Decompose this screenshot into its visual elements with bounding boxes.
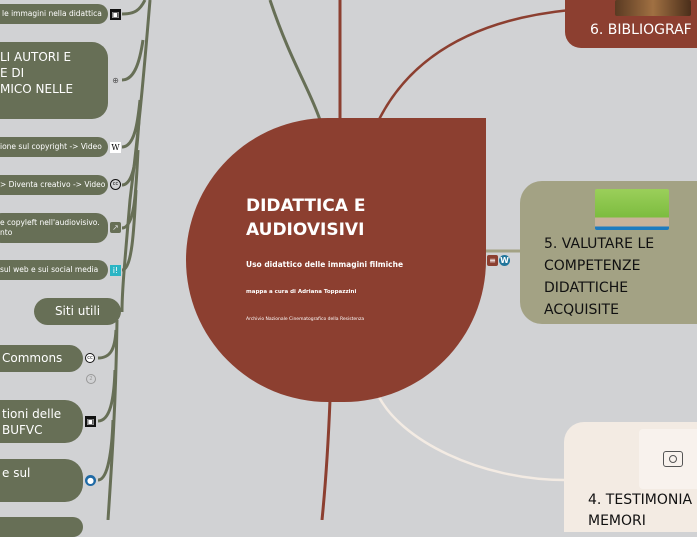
left-node-immagini[interactable]: le immagini nella didattica — [0, 4, 108, 24]
node-label: 4. TESTIMONIA — [588, 492, 693, 508]
node-label-line2: MEMORI — [588, 513, 646, 529]
info-icon: i! — [110, 265, 121, 276]
left-node-copyright[interactable]: ione sul copyright -> Video — [0, 137, 108, 157]
siti-node-web[interactable]: e sul — [0, 459, 83, 502]
node-label: LI AUTORI E E DI MICO NELLE — [0, 50, 74, 96]
node-label: sul web e sui social media — [0, 265, 99, 274]
wikipedia-icon: W — [110, 142, 121, 153]
node-label: e sul — [2, 466, 31, 480]
node-valutare[interactable]: 5. VALUTARE LE COMPETENZE DIDATTICHE ACQ… — [520, 181, 697, 324]
node-label: Siti utili — [54, 304, 101, 318]
siti-utili-node[interactable]: Siti utili — [34, 298, 121, 325]
node-bibliografia[interactable]: 6. BIBLIOGRAF — [565, 0, 697, 48]
globe-icon: ● — [85, 475, 96, 486]
comment-count-badge[interactable]: 2 — [86, 374, 96, 384]
node-label: tioni delle BUFVC — [2, 407, 62, 437]
siti-node-commons[interactable]: Commons — [0, 345, 83, 372]
attachment-icon: ⊕ — [112, 76, 119, 85]
central-topic[interactable]: DIDATTICA E AUDIOVISIVI Uso didattico de… — [186, 118, 486, 402]
wordpress-icon[interactable]: W — [499, 255, 510, 266]
node-testimonianze[interactable]: 4. TESTIMONIA MEMORI — [564, 422, 697, 532]
node-label: 6. BIBLIOGRAF — [590, 22, 692, 38]
node-label: > Diventa creativo -> Video — [0, 180, 106, 189]
siti-node-bufvc[interactable]: tioni delle BUFVC — [0, 400, 83, 443]
creative-commons-icon: cc — [110, 179, 121, 190]
notes-icon[interactable]: ≡ — [487, 255, 498, 266]
node-label: le immagini nella didattica — [2, 9, 102, 18]
node-label: e copyleft nell'audiovisivo. nto — [0, 218, 100, 237]
central-author: mappa a cura di Adriana Toppazzini — [246, 289, 357, 295]
left-node-autori[interactable]: LI AUTORI E E DI MICO NELLE — [0, 42, 108, 119]
film-set-image — [595, 189, 669, 230]
left-node-copyleft[interactable]: e copyleft nell'audiovisivo. nto — [0, 213, 108, 243]
node-label: 5. VALUTARE LE COMPETENZE DIDATTICHE ACQ… — [544, 236, 655, 318]
siti-node-more[interactable] — [0, 517, 83, 537]
film-icon: ▣ — [110, 9, 121, 20]
camera-icon — [663, 451, 683, 467]
central-title: DIDATTICA E AUDIOVISIVI — [246, 196, 366, 240]
left-node-social[interactable]: sul web e sui social media — [0, 260, 108, 280]
central-subtitle: Uso didattico delle immagini filmiche — [246, 260, 404, 269]
library-image — [615, 0, 691, 16]
film-icon: ▣ — [85, 416, 96, 427]
node-label: ione sul copyright -> Video — [0, 142, 102, 151]
creative-commons-icon: cc — [85, 353, 95, 363]
node-label: Commons — [2, 351, 63, 365]
external-link-icon[interactable]: ↗ — [110, 222, 121, 233]
central-org: Archivio Nazionale Cinematografico della… — [246, 317, 365, 322]
left-node-creativo[interactable]: > Diventa creativo -> Video — [0, 175, 108, 195]
image-placeholder[interactable] — [639, 429, 697, 489]
